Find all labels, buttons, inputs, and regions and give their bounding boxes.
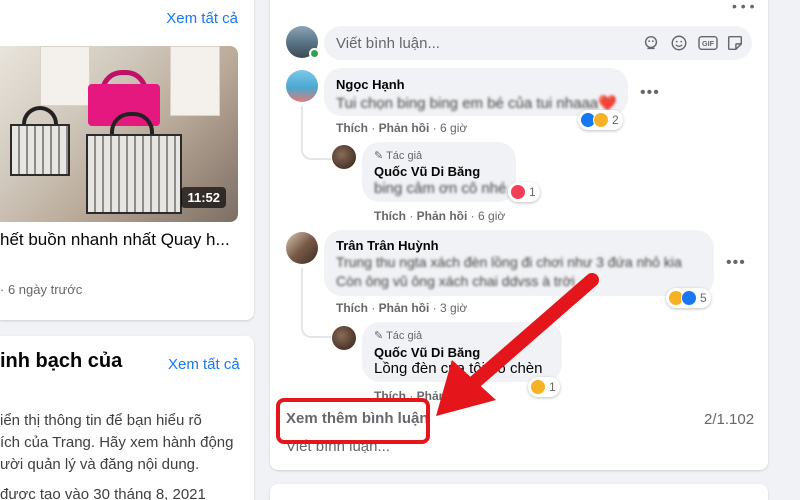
- online-status-icon: [309, 48, 320, 59]
- like-button[interactable]: Thích: [374, 209, 406, 223]
- svg-text:GIF: GIF: [702, 39, 715, 48]
- comment-composer[interactable]: GIF: [324, 26, 752, 60]
- description-line: ích của Trang. Hãy xem hành động: [0, 434, 234, 451]
- author-badge: ✎ Tác giả: [374, 150, 423, 162]
- like-button[interactable]: Thích: [336, 121, 368, 135]
- commenter-avatar[interactable]: [286, 232, 318, 264]
- reaction-summary[interactable]: 5: [666, 288, 711, 308]
- comment-count: 2/1.102: [704, 411, 755, 428]
- sticker-icon[interactable]: [726, 34, 744, 52]
- commenter-avatar[interactable]: [286, 70, 318, 102]
- video-meta: · 6 ngày trước: [0, 282, 83, 297]
- gif-icon[interactable]: GIF: [698, 34, 718, 52]
- commenter-name[interactable]: Trân Trân Huỳnh: [336, 238, 439, 253]
- comment-options-icon[interactable]: •••: [640, 84, 660, 102]
- comment-options-icon[interactable]: •••: [726, 254, 746, 272]
- comment-time[interactable]: 6 giờ: [440, 121, 467, 135]
- reply-thread-line: [301, 106, 331, 160]
- like-button[interactable]: Thích: [336, 301, 368, 315]
- reply-text: bing cảm ơn cô nhé: [374, 180, 507, 197]
- reply-actions: Thích · Phản hồi · 6 giờ: [374, 209, 506, 223]
- reply-author-name[interactable]: Quốc Vũ Di Băng: [374, 164, 480, 179]
- annotation-arrow-icon: [436, 273, 599, 416]
- reaction-count: 5: [700, 291, 707, 305]
- transparency-description: iển thị thông tin để bạn hiểu rõ ích của…: [0, 410, 250, 476]
- shelf-decor: [170, 46, 220, 116]
- avatar-sticker-icon[interactable]: [642, 34, 660, 52]
- next-post-card: [270, 484, 768, 500]
- highlight-box: [276, 398, 430, 444]
- comment-text: Tui chọn bing bing em bé của tui nhaaa❤️: [336, 95, 617, 112]
- love-reaction-icon: [510, 184, 526, 200]
- commenter-name[interactable]: Ngọc Hạnh: [336, 77, 405, 92]
- reaction-summary[interactable]: 1: [508, 182, 540, 202]
- comment-actions: Thích · Phản hồi · 6 giờ: [336, 121, 468, 135]
- reply-button[interactable]: Phản hồi: [417, 209, 468, 223]
- video-title[interactable]: hết buồn nhanh nhất Quay h...: [0, 230, 230, 250]
- see-all-videos-link[interactable]: Xem tất cả: [166, 10, 238, 27]
- video-thumbnail[interactable]: 11:52: [0, 46, 238, 222]
- video-duration: 11:52: [181, 187, 226, 208]
- description-line: ười quản lý và đăng nội dung.: [0, 456, 200, 473]
- printed-bag: [10, 124, 70, 176]
- transparency-title: inh bạch của: [0, 350, 123, 372]
- post-options-icon[interactable]: • • •: [732, 0, 754, 14]
- reply-time[interactable]: 6 giờ: [478, 209, 505, 223]
- shelf-decor: [40, 46, 90, 106]
- reply-button[interactable]: Phản hồi: [379, 121, 430, 135]
- reaction-summary[interactable]: 2: [578, 110, 623, 130]
- description-line: iển thị thông tin để bạn hiểu rõ: [0, 412, 202, 429]
- like-reaction-icon: [681, 290, 697, 306]
- comment-input[interactable]: [324, 26, 624, 60]
- page-created-date: được tạo vào 30 tháng 8, 2021: [0, 486, 206, 500]
- author-avatar[interactable]: [332, 326, 356, 350]
- author-badge: ✎ Tác giả: [374, 330, 423, 342]
- reply-button[interactable]: Phản hồi: [379, 301, 430, 315]
- video-card: Xem tất cả 11:52 hết buồn nhanh nhất Qua…: [0, 0, 254, 320]
- printed-bag: [86, 134, 182, 214]
- see-all-transparency-link[interactable]: Xem tất cả: [168, 356, 240, 373]
- author-badge-label: Tác giả: [386, 150, 423, 162]
- wow-reaction-icon: [593, 112, 609, 128]
- author-avatar[interactable]: [332, 145, 356, 169]
- reaction-count: 2: [612, 113, 619, 127]
- reaction-count: 1: [529, 185, 536, 199]
- emoji-icon[interactable]: [670, 34, 688, 52]
- author-badge-label: Tác giả: [386, 330, 423, 342]
